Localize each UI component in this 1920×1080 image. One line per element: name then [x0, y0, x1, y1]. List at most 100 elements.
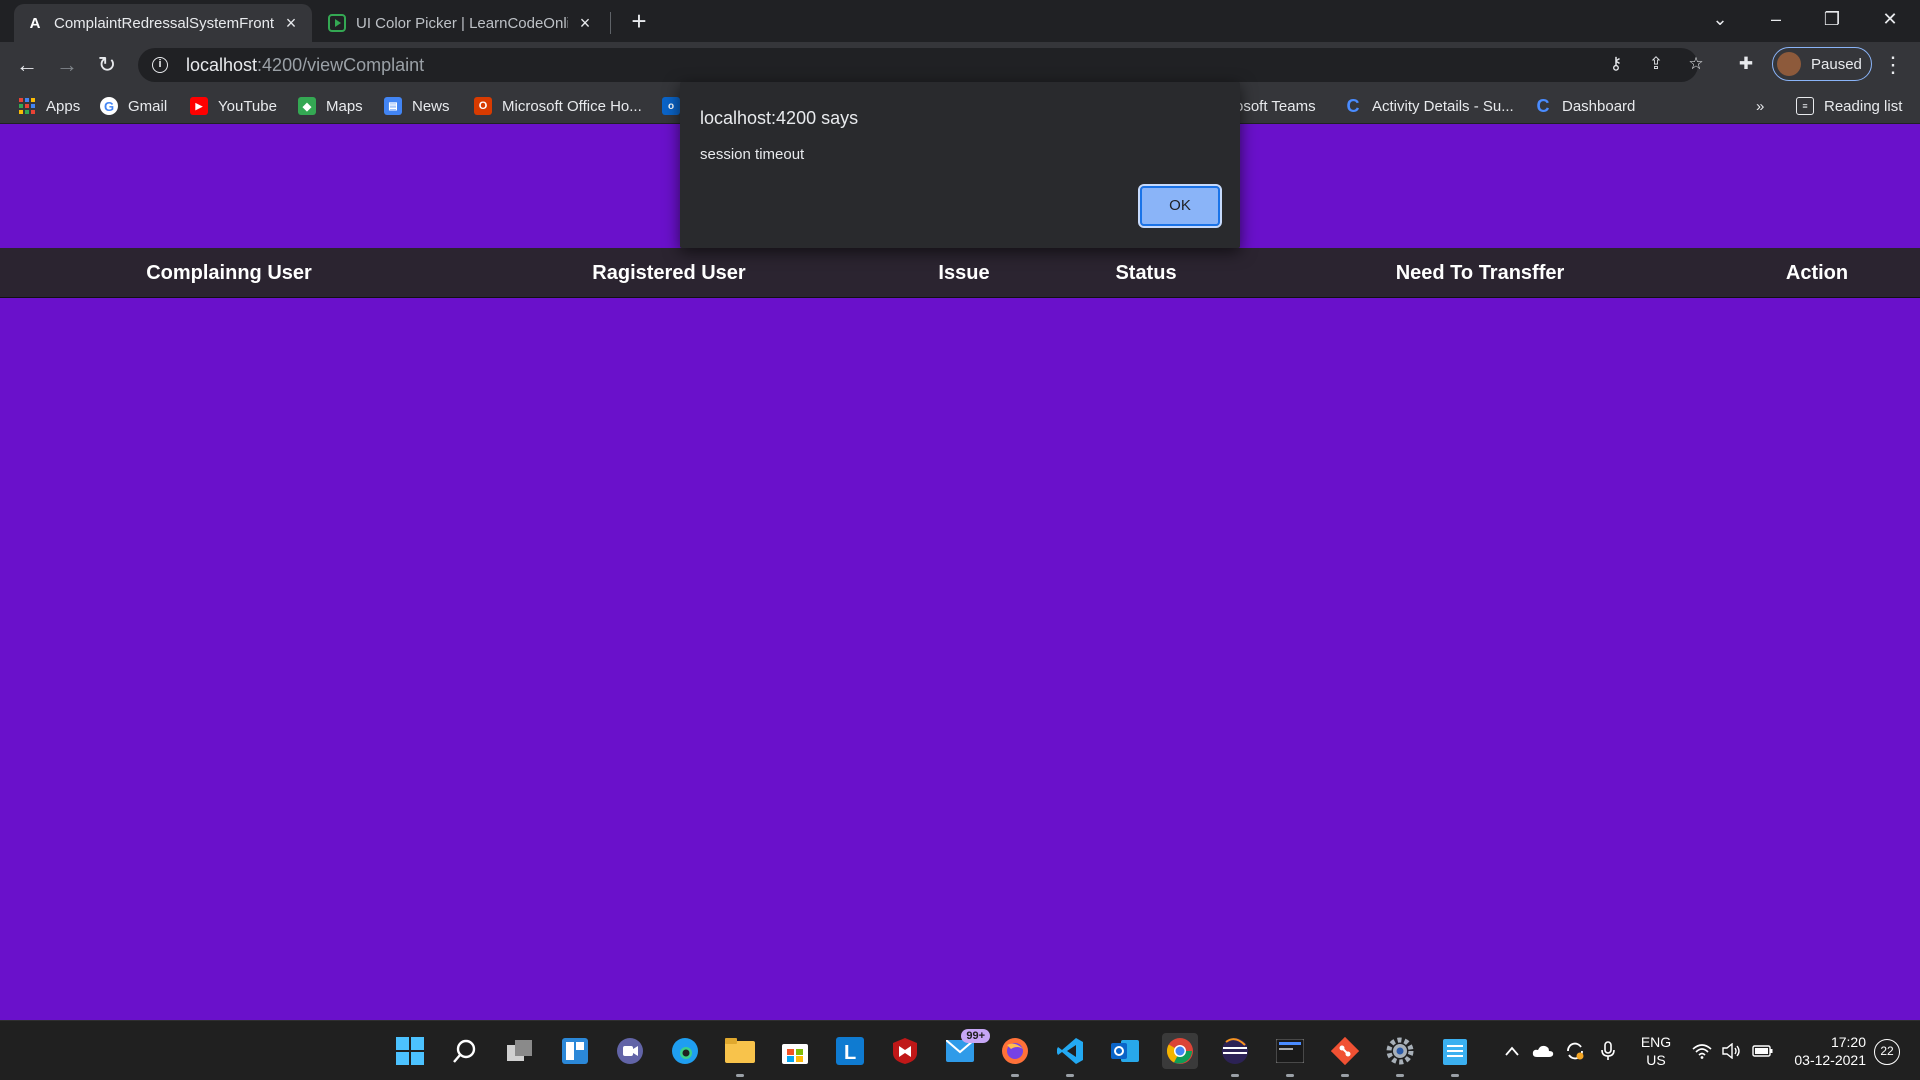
bookmark-office[interactable]: O Microsoft Office Ho...	[474, 94, 642, 118]
search-icon[interactable]	[447, 1033, 483, 1069]
close-window-button[interactable]: ✕	[1862, 0, 1918, 38]
tab-search-icon[interactable]: ⌄	[1692, 0, 1748, 38]
mail-badge: 99+	[961, 1029, 990, 1043]
angular-icon: A	[29, 14, 41, 32]
bookmark-dashboard[interactable]: C Dashboard	[1534, 94, 1636, 118]
mysql-workbench-icon[interactable]	[1272, 1033, 1308, 1077]
site-info-icon[interactable]: i	[152, 57, 168, 73]
bookmark-apps[interactable]: Apps	[18, 94, 80, 118]
git-icon[interactable]	[1327, 1033, 1363, 1077]
bookmark-label: rosoft Teams	[1230, 97, 1316, 115]
vscode-icon[interactable]	[1052, 1033, 1088, 1077]
address-bar[interactable]: i localhost:4200/viewComplaint	[138, 48, 1698, 82]
bookmark-star-icon[interactable]: ☆	[1682, 50, 1710, 78]
share-icon[interactable]: ⇪	[1642, 50, 1670, 78]
avatar	[1777, 52, 1801, 76]
sync-icon[interactable]	[1562, 1021, 1588, 1080]
task-view-icon[interactable]	[502, 1033, 538, 1069]
bookmark-label: News	[412, 97, 450, 115]
settings-gear-icon[interactable]	[1382, 1033, 1418, 1077]
apps-grid-icon	[18, 97, 36, 115]
bookmark-label: YouTube	[218, 97, 277, 115]
bookmark-youtube[interactable]: ▶ YouTube	[190, 94, 277, 118]
column-status: Status	[1115, 262, 1177, 284]
eclipse-icon[interactable]	[1217, 1033, 1253, 1077]
dialog-title: localhost:4200 says	[700, 108, 859, 128]
ok-button[interactable]: OK	[1138, 184, 1222, 228]
mcafee-icon[interactable]	[887, 1033, 923, 1069]
windows-taskbar: L 99+ ENG US 17:20 03-12-2021 22	[0, 1020, 1920, 1080]
tab-separator	[610, 12, 611, 34]
key-icon[interactable]: ⚷	[1602, 50, 1630, 78]
bookmark-maps[interactable]: ◆ Maps	[298, 94, 363, 118]
outlook-icon: o	[662, 97, 680, 115]
firefox-icon[interactable]	[997, 1033, 1033, 1077]
column-registered-user: Ragistered User	[592, 262, 746, 284]
bookmark-gmail[interactable]: G Gmail	[100, 94, 167, 118]
extensions-icon[interactable]: ✚	[1732, 50, 1760, 78]
notepad-icon[interactable]	[1437, 1033, 1473, 1077]
news-icon: ▤	[384, 97, 402, 115]
reading-list-label: Reading list	[1824, 97, 1903, 115]
tab-title: UI Color Picker | LearnCodeOnline	[356, 14, 568, 32]
reload-icon[interactable]: ↻	[90, 48, 124, 82]
widgets-icon[interactable]	[557, 1033, 593, 1069]
start-windows-icon[interactable]	[392, 1033, 428, 1069]
c-logo-icon: C	[1536, 95, 1550, 116]
c-logo-icon: C	[1346, 95, 1360, 116]
teams-chat-icon[interactable]	[612, 1033, 648, 1069]
reading-list-button[interactable]: ≡ Reading list	[1796, 94, 1902, 118]
outlook-icon[interactable]	[1107, 1033, 1143, 1069]
volume-icon[interactable]	[1720, 1021, 1744, 1080]
keyboard-region: US	[1646, 1052, 1666, 1068]
more-bookmarks-button[interactable]: »	[1756, 94, 1764, 118]
lco-icon	[328, 14, 346, 32]
svg-text:L: L	[844, 1042, 856, 1064]
restore-button[interactable]: ❐	[1804, 0, 1860, 38]
onedrive-cloud-icon[interactable]	[1530, 1021, 1556, 1080]
clock-time: 17:20	[1830, 1034, 1866, 1050]
tab-title: ComplaintRedressalSystemFrontend	[54, 14, 274, 32]
bookmark-news[interactable]: ▤ News	[384, 94, 450, 118]
youtube-icon: ▶	[190, 97, 208, 115]
dialog-message: session timeout	[700, 146, 805, 163]
address-url: localhost:4200/viewComplaint	[186, 54, 425, 75]
battery-icon[interactable]	[1750, 1021, 1776, 1080]
column-need-to-transfer: Need To Transffer	[1395, 262, 1565, 284]
bookmark-activity-details[interactable]: C Activity Details - Su...	[1344, 94, 1514, 118]
column-issue: Issue	[938, 262, 990, 284]
language-indicator[interactable]: ENG US	[1632, 1021, 1680, 1080]
bookmark-label: Apps	[46, 97, 81, 115]
tab-complaint-redressal[interactable]: A ComplaintRedressalSystemFrontend ×	[14, 4, 312, 42]
bookmark-label: Microsoft Office Ho...	[502, 97, 642, 115]
wifi-icon[interactable]	[1690, 1021, 1714, 1080]
maps-icon: ◆	[298, 97, 316, 115]
close-tab-icon[interactable]: ×	[576, 13, 594, 34]
bookmark-teams[interactable]: rosoft Teams	[1230, 94, 1316, 118]
alert-dialog: localhost:4200 says session timeout OK	[680, 82, 1240, 248]
mail-icon[interactable]: 99+	[942, 1029, 990, 1069]
complaint-table-body	[0, 298, 1920, 1020]
bookmark-label: Dashboard	[1562, 97, 1636, 115]
notification-count-badge[interactable]: 22	[1874, 1039, 1900, 1065]
chrome-icon[interactable]	[1162, 1033, 1198, 1069]
edge-browser-icon[interactable]	[667, 1033, 703, 1069]
profile-status: Paused	[1811, 55, 1862, 73]
tab-ui-color-picker[interactable]: UI Color Picker | LearnCodeOnline ×	[316, 4, 606, 42]
profile-button[interactable]: Paused	[1772, 47, 1872, 81]
reading-list-icon: ≡	[1796, 97, 1814, 115]
office-icon: O	[474, 97, 492, 115]
minimize-button[interactable]: –	[1748, 0, 1804, 38]
file-explorer-icon[interactable]	[722, 1033, 758, 1077]
microsoft-store-icon[interactable]	[777, 1033, 813, 1069]
bookmark-label: Maps	[326, 97, 363, 115]
forward-icon[interactable]: →	[50, 48, 84, 82]
more-menu-icon[interactable]: ⋮	[1880, 50, 1906, 80]
l-app-icon[interactable]: L	[832, 1033, 868, 1069]
new-tab-button[interactable]: +	[624, 6, 654, 36]
close-tab-icon[interactable]: ×	[282, 13, 300, 34]
back-icon[interactable]: ←	[10, 48, 44, 82]
clock[interactable]: 17:20 03-12-2021	[1786, 1021, 1866, 1080]
show-hidden-icons-chevron-icon[interactable]	[1500, 1021, 1524, 1080]
microphone-icon[interactable]	[1596, 1021, 1620, 1080]
